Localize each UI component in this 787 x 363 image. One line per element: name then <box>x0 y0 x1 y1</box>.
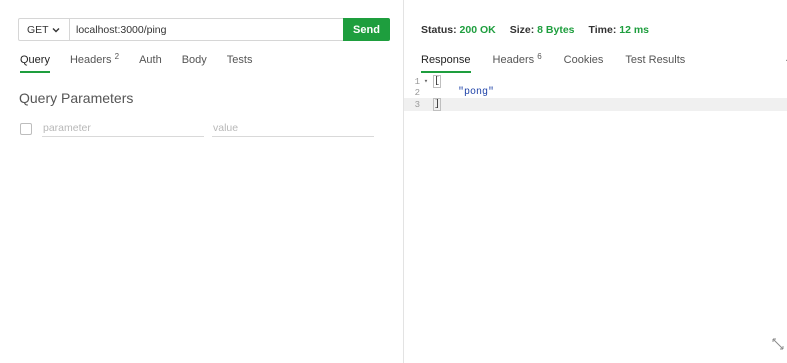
tab-response-label: Response <box>421 54 471 66</box>
resize-icon[interactable] <box>772 338 784 350</box>
tab-cookies[interactable]: Cookies <box>564 54 604 71</box>
response-body[interactable]: 1 ▾ [ 2 "pong" 3 ] <box>404 75 787 111</box>
tab-response-headers[interactable]: Headers 6 <box>492 52 542 71</box>
request-bar: GET Send <box>18 18 390 41</box>
string-value: "pong" <box>458 87 495 98</box>
time-info: Time: 12 ms <box>589 24 650 36</box>
tab-body[interactable]: Body <box>182 54 207 71</box>
fold-arrow-icon[interactable]: ▾ <box>422 77 430 86</box>
tab-tests[interactable]: Tests <box>227 54 253 71</box>
time-label: Time: <box>588 24 617 36</box>
tab-headers-badge: 2 <box>114 52 120 61</box>
url-input[interactable] <box>70 19 343 40</box>
line-number: 1 <box>414 76 420 87</box>
chevron-down-icon <box>52 27 60 32</box>
status-label: Status: <box>421 24 457 36</box>
time-value: 12 ms <box>619 24 650 36</box>
status-value: 200 OK <box>459 24 496 36</box>
param-enable-checkbox[interactable] <box>20 122 32 135</box>
request-tabs: Query Headers 2 Auth Body Tests <box>20 52 272 73</box>
code-text: "pong" <box>430 87 494 98</box>
response-panel: Status: 200 OK Size: 8 Bytes Time: 12 ms… <box>404 0 787 363</box>
method-label: GET <box>27 23 49 36</box>
size-label: Size: <box>509 24 535 36</box>
tab-response-headers-badge: 6 <box>537 52 542 61</box>
tab-auth[interactable]: Auth <box>139 54 162 71</box>
tab-query-label: Query <box>20 54 50 66</box>
bracket-close: ] <box>432 98 442 111</box>
code-text: ] <box>430 98 442 111</box>
tab-body-label: Body <box>181 54 207 66</box>
size-info: Size: 8 Bytes <box>510 24 575 36</box>
method-select[interactable]: GET <box>19 19 70 40</box>
param-value-input[interactable] <box>212 120 374 137</box>
tab-query[interactable]: Query <box>20 54 50 73</box>
code-line: 1 ▾ [ <box>404 75 787 88</box>
size-value: 8 Bytes <box>537 24 575 36</box>
line-number: 3 <box>414 99 420 110</box>
tab-test-results[interactable]: Test Results <box>625 54 685 71</box>
request-panel: GET Send Query Headers 2 Auth Body Tests… <box>0 0 403 363</box>
response-tabs: Response Headers 6 Cookies Test Results <box>421 52 707 73</box>
bracket-open: [ <box>432 75 442 88</box>
tab-response[interactable]: Response <box>421 54 471 73</box>
line-number: 2 <box>414 87 420 98</box>
code-text: [ <box>430 75 442 88</box>
tab-auth-label: Auth <box>139 54 162 66</box>
tab-response-headers-label: Headers <box>492 54 535 66</box>
tab-headers[interactable]: Headers 2 <box>69 52 120 71</box>
code-line-active: 3 ] <box>404 98 787 111</box>
response-status-bar: Status: 200 OK Size: 8 Bytes Time: 12 ms <box>421 24 663 36</box>
send-button[interactable]: Send <box>343 18 390 41</box>
query-parameters-title: Query Parameters <box>19 90 134 106</box>
tab-headers-label: Headers <box>69 54 112 66</box>
code-line: 2 "pong" <box>404 87 787 98</box>
param-name-input[interactable] <box>42 120 204 137</box>
status-info: Status: 200 OK <box>421 24 496 36</box>
tab-cookies-label: Cookies <box>563 54 604 66</box>
query-param-row <box>20 120 374 137</box>
tab-test-results-label: Test Results <box>625 54 686 66</box>
tab-tests-label: Tests <box>226 54 253 66</box>
